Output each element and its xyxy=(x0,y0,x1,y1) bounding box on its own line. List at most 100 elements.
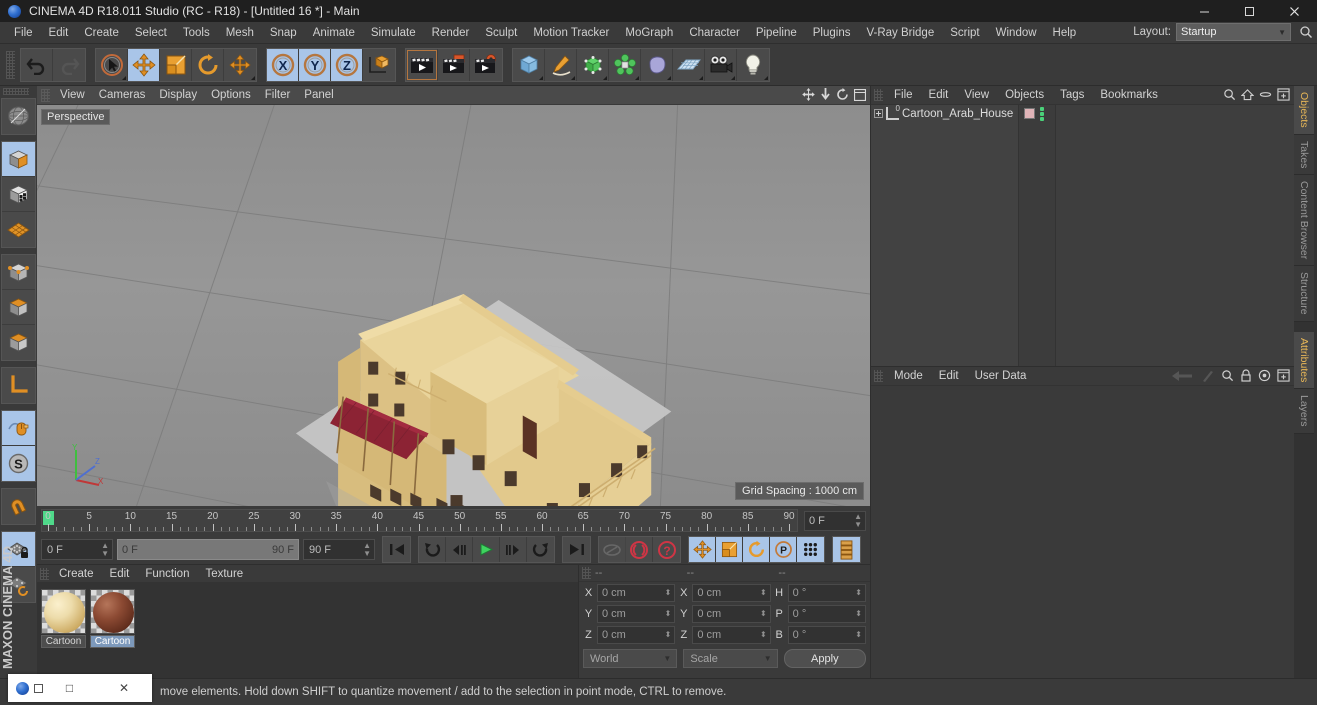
minimize-panel-icon[interactable] xyxy=(1259,88,1272,101)
menu-item-motion-tracker[interactable]: Motion Tracker xyxy=(525,24,617,42)
stepper-icon[interactable]: ⬍ xyxy=(665,610,672,618)
redo-button[interactable] xyxy=(53,48,85,81)
object-menu-file[interactable]: File xyxy=(886,89,921,101)
polygons-mode-button[interactable] xyxy=(2,325,35,360)
pos-z-input[interactable]: 0 cm ⬍ xyxy=(597,626,676,644)
material-menu-edit[interactable]: Edit xyxy=(102,568,138,580)
viewport-menu-display[interactable]: Display xyxy=(152,89,204,101)
viewport-grip[interactable] xyxy=(41,88,50,102)
stepper-icon[interactable]: ⬍ xyxy=(855,589,862,597)
snap-settings-button[interactable]: S xyxy=(2,446,35,481)
go-to-start-button[interactable] xyxy=(383,537,410,562)
home-icon[interactable] xyxy=(1241,88,1254,101)
zoom-view-icon[interactable] xyxy=(820,88,831,101)
maximize-viewport-icon[interactable] xyxy=(854,88,866,101)
autokeying-button[interactable]: ? xyxy=(653,537,680,562)
object-tree[interactable]: 0 Cartoon_Arab_House xyxy=(871,104,1294,366)
stepper-icon[interactable]: ⬍ xyxy=(760,610,767,618)
tab-layers[interactable]: Layers xyxy=(1294,389,1314,434)
object-visibility-dots-icon[interactable] xyxy=(1040,106,1045,121)
menu-item-edit[interactable]: Edit xyxy=(41,24,77,42)
material-menu-create[interactable]: Create xyxy=(51,568,102,580)
menu-item-animate[interactable]: Animate xyxy=(305,24,363,42)
stepper-icon[interactable]: ▲ ▼ xyxy=(363,541,371,558)
object-tree-column[interactable]: 0 Cartoon_Arab_House xyxy=(871,104,1019,366)
object-tag-column[interactable] xyxy=(1019,105,1056,366)
stepper-icon[interactable]: ▲ ▼ xyxy=(854,512,862,529)
parameter-key-button[interactable]: P xyxy=(770,537,797,562)
attribute-menu-user-data[interactable]: User Data xyxy=(967,370,1035,382)
object-menu-objects[interactable]: Objects xyxy=(997,89,1052,101)
tab-takes[interactable]: Takes xyxy=(1294,134,1314,176)
pos-y-input[interactable]: 0 cm ⬍ xyxy=(597,605,676,623)
expand-panel-icon[interactable] xyxy=(1277,88,1290,101)
scale-key-button[interactable] xyxy=(716,537,743,562)
menu-item-tools[interactable]: Tools xyxy=(175,24,218,42)
size-y-input[interactable]: 0 cm ⬍ xyxy=(692,605,771,623)
axis-tool-button[interactable] xyxy=(224,48,256,81)
add-light-button[interactable] xyxy=(737,48,769,81)
stepper-icon[interactable]: ⬍ xyxy=(855,631,862,639)
material-list[interactable]: Cartoon Cartoon xyxy=(37,583,578,678)
restore-icon[interactable] xyxy=(34,683,43,693)
viewport-3d[interactable]: Y X Z Perspective Grid Spacing : 1000 cm xyxy=(37,105,870,506)
make-editable-button[interactable] xyxy=(2,99,35,134)
play-forwards-sound-button[interactable] xyxy=(599,537,626,562)
stepper-icon[interactable]: ⬍ xyxy=(665,589,672,597)
toolbar-grip[interactable] xyxy=(6,50,15,79)
world-object-coord-button[interactable] xyxy=(363,48,395,81)
menu-item-snap[interactable]: Snap xyxy=(262,24,305,42)
keyframe-selection-button[interactable] xyxy=(833,537,860,562)
maximize-button[interactable] xyxy=(1227,0,1272,22)
rotate-view-icon[interactable] xyxy=(836,88,849,101)
tab-content-browser[interactable]: Content Browser xyxy=(1294,175,1314,267)
attribute-menu-mode[interactable]: Mode xyxy=(886,370,931,382)
back-arrow-icon[interactable] xyxy=(1171,370,1193,382)
render-view-button[interactable] xyxy=(406,48,438,81)
pos-x-input[interactable]: 0 cm ⬍ xyxy=(597,584,676,602)
magnet-tool-button[interactable] xyxy=(2,489,35,524)
material-tag-icon[interactable] xyxy=(1024,108,1035,119)
object-tag-row[interactable] xyxy=(1019,105,1055,122)
render-to-picture-viewer-button[interactable] xyxy=(438,48,470,81)
add-floor-button[interactable] xyxy=(673,48,705,81)
scale-tool-button[interactable] xyxy=(160,48,192,81)
menu-item-help[interactable]: Help xyxy=(1045,24,1085,42)
add-camera-button[interactable] xyxy=(705,48,737,81)
go-to-end-button[interactable] xyxy=(563,537,590,562)
menu-item-script[interactable]: Script xyxy=(942,24,987,42)
viewport-menu-cameras[interactable]: Cameras xyxy=(92,89,153,101)
go-to-next-key-button[interactable] xyxy=(527,537,554,562)
model-mode-button[interactable] xyxy=(2,142,35,177)
pan-view-icon[interactable] xyxy=(802,88,815,101)
expand-toggle-icon[interactable] xyxy=(874,109,883,118)
timeline-ruler[interactable]: 0 5 10 15 20 25 30 35 40 45 50 55 60 65 70 75 80 85 90 xyxy=(41,509,798,532)
step-back-button[interactable] xyxy=(446,537,473,562)
menu-item-mesh[interactable]: Mesh xyxy=(218,24,262,42)
add-spline-button[interactable] xyxy=(545,48,577,81)
attribute-menu-edit[interactable]: Edit xyxy=(931,370,967,382)
tab-objects[interactable]: Objects xyxy=(1294,86,1314,135)
menu-item-character[interactable]: Character xyxy=(681,24,748,42)
timeline-current-frame-field[interactable]: 0 F ▲ ▼ xyxy=(804,510,866,531)
lock-y-button[interactable]: Y xyxy=(299,48,331,81)
menu-item-vray-bridge[interactable]: V-Ray Bridge xyxy=(858,24,942,42)
left-palette-grip[interactable] xyxy=(3,88,29,95)
object-menu-view[interactable]: View xyxy=(956,89,997,101)
current-frame-field[interactable]: 0 F ▲ ▼ xyxy=(41,539,113,560)
menu-item-mograph[interactable]: MoGraph xyxy=(617,24,681,42)
overlay-close-button[interactable]: ✕ xyxy=(119,681,129,695)
forward-arrow-icon[interactable] xyxy=(1199,370,1215,382)
deformer-button[interactable] xyxy=(609,48,641,81)
menu-search-icon[interactable] xyxy=(1299,25,1313,39)
texture-mode-button[interactable] xyxy=(2,177,35,212)
size-mode-dropdown[interactable]: Scale ▼ xyxy=(683,649,778,668)
step-forward-button[interactable] xyxy=(500,537,527,562)
overlay-window[interactable]: □ ✕ xyxy=(8,674,152,702)
menu-item-select[interactable]: Select xyxy=(127,24,175,42)
coordinates-grip[interactable] xyxy=(582,567,591,579)
stepper-icon[interactable]: ⬍ xyxy=(665,631,672,639)
layout-dropdown[interactable]: Startup ▼ xyxy=(1176,23,1291,41)
menu-item-sculpt[interactable]: Sculpt xyxy=(477,24,525,42)
point-level-animation-button[interactable] xyxy=(797,537,824,562)
